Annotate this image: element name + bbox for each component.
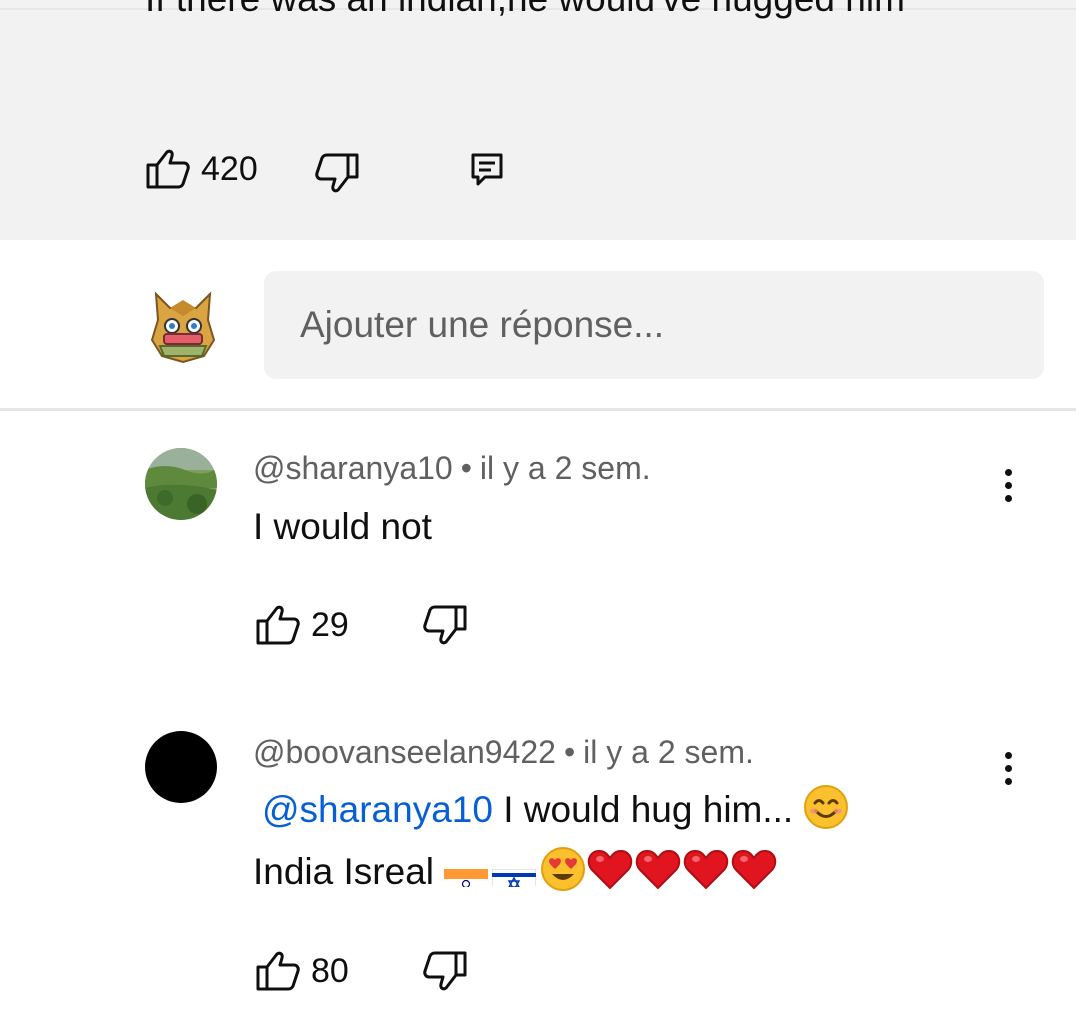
thumb-up-icon xyxy=(145,148,191,190)
section-divider xyxy=(0,408,1076,411)
like-count: 80 xyxy=(311,951,349,990)
meta-separator: • xyxy=(563,734,576,770)
dislike-button[interactable] xyxy=(314,152,360,194)
israel-flag-emoji xyxy=(492,857,537,887)
reply-text-line1: @sharanya10 I would hug him... xyxy=(262,780,849,840)
reply-icon xyxy=(470,152,504,188)
smiling-face-emoji xyxy=(803,784,849,830)
dislike-button[interactable] xyxy=(422,604,468,646)
thumb-down-icon xyxy=(314,152,360,194)
reply-text: I would hug him... xyxy=(503,789,794,830)
more-dot xyxy=(1004,764,1012,772)
more-dot xyxy=(1004,777,1012,785)
author-avatar[interactable] xyxy=(145,731,217,803)
like-button[interactable]: 420 xyxy=(145,148,258,190)
reply-text: I would not xyxy=(253,506,432,547)
heart-eyes-emoji xyxy=(540,846,586,892)
parent-comment: If there was an indian,he would've hugge… xyxy=(0,0,1076,240)
like-count: 29 xyxy=(311,605,349,644)
india-flag-emoji xyxy=(444,857,489,887)
like-button[interactable]: 29 xyxy=(255,604,349,646)
red-heart-emoji xyxy=(634,846,682,892)
thumb-up-icon xyxy=(255,604,301,646)
reply-timestamp: il y a 2 sem. xyxy=(583,734,754,770)
reply-button[interactable] xyxy=(470,152,504,188)
dislike-button[interactable] xyxy=(422,950,468,992)
more-options-button[interactable] xyxy=(988,738,1028,798)
reply-meta: @boovanseelan9422 • il y a 2 sem. xyxy=(253,734,754,771)
like-count: 420 xyxy=(201,149,258,188)
author-name[interactable]: @sharanya10 xyxy=(253,450,453,486)
more-dot xyxy=(1004,751,1012,759)
reply-meta: @sharanya10 • il y a 2 sem. xyxy=(253,450,651,487)
like-button[interactable]: 80 xyxy=(255,950,349,992)
thumb-down-icon xyxy=(422,950,468,992)
thumb-down-icon xyxy=(422,604,468,646)
parent-comment-text: If there was an indian,he would've hugge… xyxy=(145,0,965,26)
more-options-button[interactable] xyxy=(988,455,1028,515)
more-dot xyxy=(1004,468,1012,476)
red-heart-emoji xyxy=(682,846,730,892)
reply-input[interactable] xyxy=(264,271,1044,379)
red-heart-emoji xyxy=(730,846,778,892)
author-avatar[interactable] xyxy=(145,448,217,520)
thumb-up-icon xyxy=(255,950,301,992)
more-dot xyxy=(1004,494,1012,502)
reply-text-line2: India Isreal xyxy=(253,842,778,902)
reply-text: India Isreal xyxy=(253,851,434,892)
user-mention-link[interactable]: @sharanya10 xyxy=(262,789,493,830)
reply-timestamp: il y a 2 sem. xyxy=(479,450,651,486)
more-dot xyxy=(1004,481,1012,489)
user-avatar[interactable] xyxy=(148,290,218,364)
author-name[interactable]: @boovanseelan9422 xyxy=(253,734,556,770)
meta-separator: • xyxy=(460,450,472,486)
red-heart-emoji xyxy=(586,846,634,892)
